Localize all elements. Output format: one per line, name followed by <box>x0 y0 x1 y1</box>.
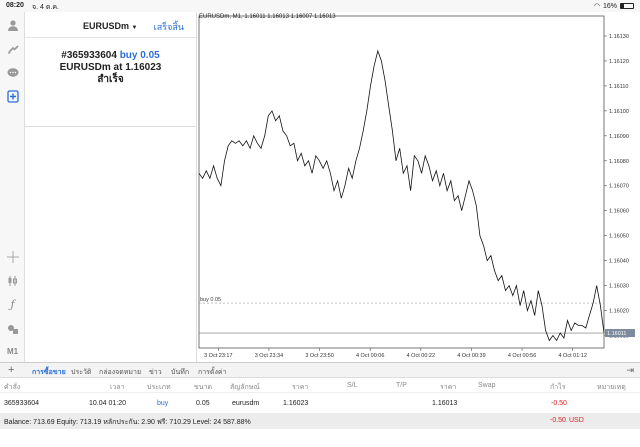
row-time: 10.04 01:20 <box>89 400 126 407</box>
y-tick-label: 1.16110 <box>609 84 628 90</box>
col-tp: T/P <box>396 382 407 389</box>
mt5-trading-screen: 08:20 จ. 4 ต.ค. ◠ 16% ƒ M1 EURUSDm ▼ เสร… <box>0 0 640 447</box>
y-tick-label: 1.16020 <box>609 309 629 315</box>
y-tick-label: 1.16130 <box>609 34 629 40</box>
col-size: ขนาด <box>194 384 213 391</box>
col-price: ราคา <box>292 384 309 391</box>
chevron-down-icon: ▼ <box>131 25 138 31</box>
arrows-icon[interactable] <box>4 40 21 57</box>
x-tick-label: 4 Oct 00:56 <box>508 353 536 359</box>
account-currency: USD <box>569 417 584 424</box>
order-ticket: #365933604 <box>61 50 117 61</box>
order-price-prefix: EURUSDm at <box>59 62 123 73</box>
current-price-label: 1.16011 <box>607 331 626 337</box>
order-symbol-selector[interactable]: EURUSDm ▼ <box>83 21 137 31</box>
x-tick-label: 3 Oct 23:50 <box>305 353 333 359</box>
chart-canvas[interactable]: 1.16130 1.16120 1.16110 1.16100 1.16090 1.160… <box>197 12 640 362</box>
tab-settings[interactable]: การตั้งค่า <box>198 367 227 378</box>
timeframe-button[interactable]: M1 <box>4 343 21 360</box>
balance-bar: Balance: 713.69 Equity: 713.19 หลักประกั… <box>0 413 640 429</box>
function-icon[interactable]: ƒ <box>4 296 21 313</box>
scroll-to-end-icon[interactable]: ⇥ <box>626 365 634 376</box>
terminal-tabs: + การซื้อขาย ประวัติ กล่องจดหมาย ข่าว บั… <box>0 362 640 378</box>
x-tick-label: 4 Oct 01:12 <box>558 353 586 359</box>
price-chart[interactable]: 1.16130 1.16120 1.16110 1.16100 1.16090 1.160… <box>197 12 640 362</box>
row-price: 1.16023 <box>283 400 309 407</box>
plot-frame <box>198 15 605 349</box>
battery-percent: 16% <box>602 2 617 10</box>
tab-trade[interactable]: การซื้อขาย <box>32 367 66 378</box>
y-tick-label: 1.16060 <box>609 209 629 215</box>
total-profit: -0.50 <box>550 417 566 424</box>
done-button[interactable]: เสร็จสิ้น <box>154 20 184 34</box>
order-price: 1.16023 <box>125 62 162 73</box>
status-time: 08:20 <box>6 2 24 9</box>
tab-journal[interactable]: บันทึก <box>171 367 189 378</box>
col-type: ประเภท <box>147 384 171 391</box>
order-result-status: สำเร็จ <box>97 74 124 85</box>
y-tick-label: 1.16070 <box>609 184 629 190</box>
col-profit: กำไร <box>550 384 566 391</box>
y-tick-label: 1.16120 <box>609 59 629 65</box>
balance-summary: Balance: 713.69 Equity: 713.19 หลักประกั… <box>4 419 251 426</box>
x-tick-label: 3 Oct 23:17 <box>204 353 232 359</box>
col-order: คำสั่ง <box>4 384 21 391</box>
row-ticket: 365933604 <box>4 400 40 407</box>
bottom-empty-area <box>0 429 640 447</box>
y-tick-label: 1.16080 <box>609 159 629 165</box>
price-series-line <box>198 49 605 342</box>
order-action: buy 0.05 <box>119 50 160 61</box>
col-current-price: ราคา <box>440 384 457 391</box>
candle-icon[interactable] <box>4 272 21 289</box>
new-order-icon[interactable] <box>4 88 21 105</box>
col-sl: S/L <box>347 382 358 389</box>
tab-history[interactable]: ประวัติ <box>71 367 91 378</box>
left-toolbar: ƒ M1 <box>0 12 25 362</box>
left-empty-area <box>25 127 197 362</box>
col-time: เวลา <box>110 384 125 391</box>
battery-icon <box>620 3 634 9</box>
chart-title: EURUSDm, M1, 1.16011 1.16013 1.16007 1.1… <box>199 14 336 20</box>
y-tick-label: 1.16100 <box>609 109 629 115</box>
x-tick-label: 4 Oct 00:06 <box>356 353 384 359</box>
row-profit: -0.50 <box>551 400 567 407</box>
status-bar: 08:20 จ. 4 ต.ค. ◠ 16% <box>0 0 640 12</box>
x-tick-label: 3 Oct 23:34 <box>255 353 283 359</box>
order-panel-header: EURUSDm ▼ เสร็จสิ้น <box>25 12 196 38</box>
order-result-panel: EURUSDm ▼ เสร็จสิ้น #365933604 buy 0.05 … <box>25 12 197 127</box>
col-swap: Swap <box>478 382 496 389</box>
tab-mailbox[interactable]: กล่องจดหมาย <box>99 367 141 378</box>
row-current-price: 1.16013 <box>432 400 458 407</box>
objects-icon[interactable] <box>4 320 21 337</box>
x-tick-label: 4 Oct 00:39 <box>457 353 485 359</box>
positions-table-header: คำสั่ง เวลา ประเภท ขนาด สัญลักษณ์ ราคา S… <box>0 379 640 393</box>
row-size: 0.05 <box>196 400 210 407</box>
status-right: ◠ 16% <box>594 2 634 10</box>
person-icon[interactable] <box>4 16 21 33</box>
y-tick-label: 1.16050 <box>609 234 629 240</box>
table-row[interactable]: 365933604 10.04 01:20 buy 0.05 eurusdm 1… <box>0 395 640 413</box>
crosshair-icon[interactable] <box>4 248 21 265</box>
order-result-body: #365933604 buy 0.05 EURUSDm at 1.16023 ส… <box>25 38 196 86</box>
tab-news[interactable]: ข่าว <box>149 367 162 378</box>
row-symbol: eurusdm <box>232 400 260 407</box>
y-tick-label: 1.16040 <box>609 259 629 265</box>
order-level-label: buy 0.05 <box>200 297 221 303</box>
col-symbol: สัญลักษณ์ <box>230 384 260 391</box>
chat-icon[interactable] <box>4 64 21 81</box>
col-comment: หมายเหตุ <box>597 384 626 391</box>
y-tick-label: 1.16090 <box>609 134 629 140</box>
y-tick-label: 1.16030 <box>609 284 629 290</box>
add-tab-icon[interactable]: + <box>8 364 14 376</box>
x-tick-label: 4 Oct 00:22 <box>407 353 435 359</box>
wifi-icon: ◠ <box>593 3 600 10</box>
row-type: buy <box>157 400 169 407</box>
